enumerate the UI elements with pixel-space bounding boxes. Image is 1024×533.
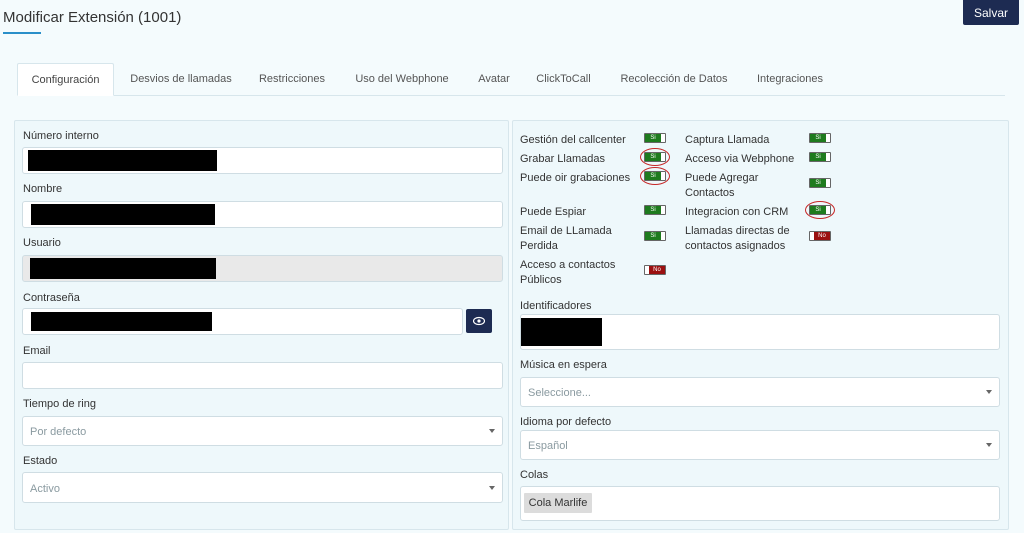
email-label: Email [23,345,51,357]
feature-label: Grabar Llamadas [520,153,605,165]
contrasena-label: Contraseña [23,292,80,304]
toggle-agregar-contactos[interactable]: Si [809,178,831,188]
musica-label: Música en espera [520,359,607,371]
tiempo-ring-select[interactable]: Por defecto [22,416,503,446]
tab-avatar[interactable]: Avatar [472,63,516,96]
toggle-email-llamada-perdida[interactable]: Si [644,231,666,241]
caret-down-icon [489,429,495,433]
tab-restricciones[interactable]: Restricciones [251,63,333,96]
feature-label: Email de LLamada Perdida [520,225,612,252]
toggle-captura-llamada[interactable]: Si [809,133,831,143]
toggle-gestion-callcenter[interactable]: Si [644,133,666,143]
toggle-acceso-webphone[interactable]: Si [809,152,831,162]
musica-placeholder: Seleccione... [528,387,591,399]
tiempo-ring-value: Por defecto [30,426,87,438]
cola-chip[interactable]: Cola Marlife [524,493,592,513]
feature-label: Llamadas directas de contactos asignados [685,225,790,252]
idioma-select[interactable]: Español [520,430,1000,460]
nombre-label: Nombre [23,183,63,195]
tab-clicktocall[interactable]: ClickToCall [530,63,597,96]
usuario-label: Usuario [23,237,61,249]
save-button[interactable]: Salvar [963,0,1019,25]
caret-down-icon [986,390,992,394]
toggle-llamadas-directas[interactable]: No [809,231,831,241]
toggle-acceso-contactos-publicos[interactable]: No [644,265,666,275]
tab-recoleccion[interactable]: Recolección de Datos [613,63,735,96]
highlight-circle [640,167,670,185]
feature-label: Acceso a contactos Públicos [520,259,616,286]
identificadores-label: Identificadores [520,300,592,312]
caret-down-icon [489,486,495,490]
caret-down-icon [986,443,992,447]
redacted-block [28,150,217,171]
tab-webphone[interactable]: Uso del Webphone [347,63,457,96]
estado-value: Activo [30,483,60,495]
tab-bar: Configuración Desvios de llamadas Restri… [17,63,1005,96]
idioma-label: Idioma por defecto [520,416,612,428]
feature-label: Integracion con CRM [685,206,789,218]
eye-icon [473,316,485,326]
feature-label: Acceso via Webphone [685,153,795,165]
redacted-block [31,312,212,331]
show-password-button[interactable] [466,309,492,333]
highlight-circle [805,201,835,219]
feature-label: Puede oir grabaciones [520,172,631,184]
highlight-circle [640,148,670,166]
feature-label: Puede Agregar Contactos [685,172,759,199]
feature-label: Gestión del callcenter [520,134,626,146]
redacted-block [30,258,216,279]
tab-configuracion[interactable]: Configuración [17,63,114,96]
colas-input[interactable] [520,486,1000,521]
redacted-block [521,318,602,346]
email-input[interactable] [22,362,503,389]
redacted-block [31,204,215,225]
tiempo-ring-label: Tiempo de ring [23,398,96,410]
feature-label: Puede Espiar [520,206,587,218]
title-underline [3,32,41,34]
tab-integraciones[interactable]: Integraciones [751,63,829,96]
numero-interno-label: Número interno [23,130,99,142]
toggle-puede-espiar[interactable]: Si [644,205,666,215]
musica-select[interactable]: Seleccione... [520,377,1000,407]
page-title: Modificar Extensión (1001) [3,9,182,26]
estado-select[interactable]: Activo [22,472,503,503]
idioma-value: Español [528,440,568,452]
estado-label: Estado [23,455,58,467]
feature-label: Captura Llamada [685,134,770,146]
colas-label: Colas [520,469,549,481]
tab-desvios[interactable]: Desvios de llamadas [120,63,242,96]
